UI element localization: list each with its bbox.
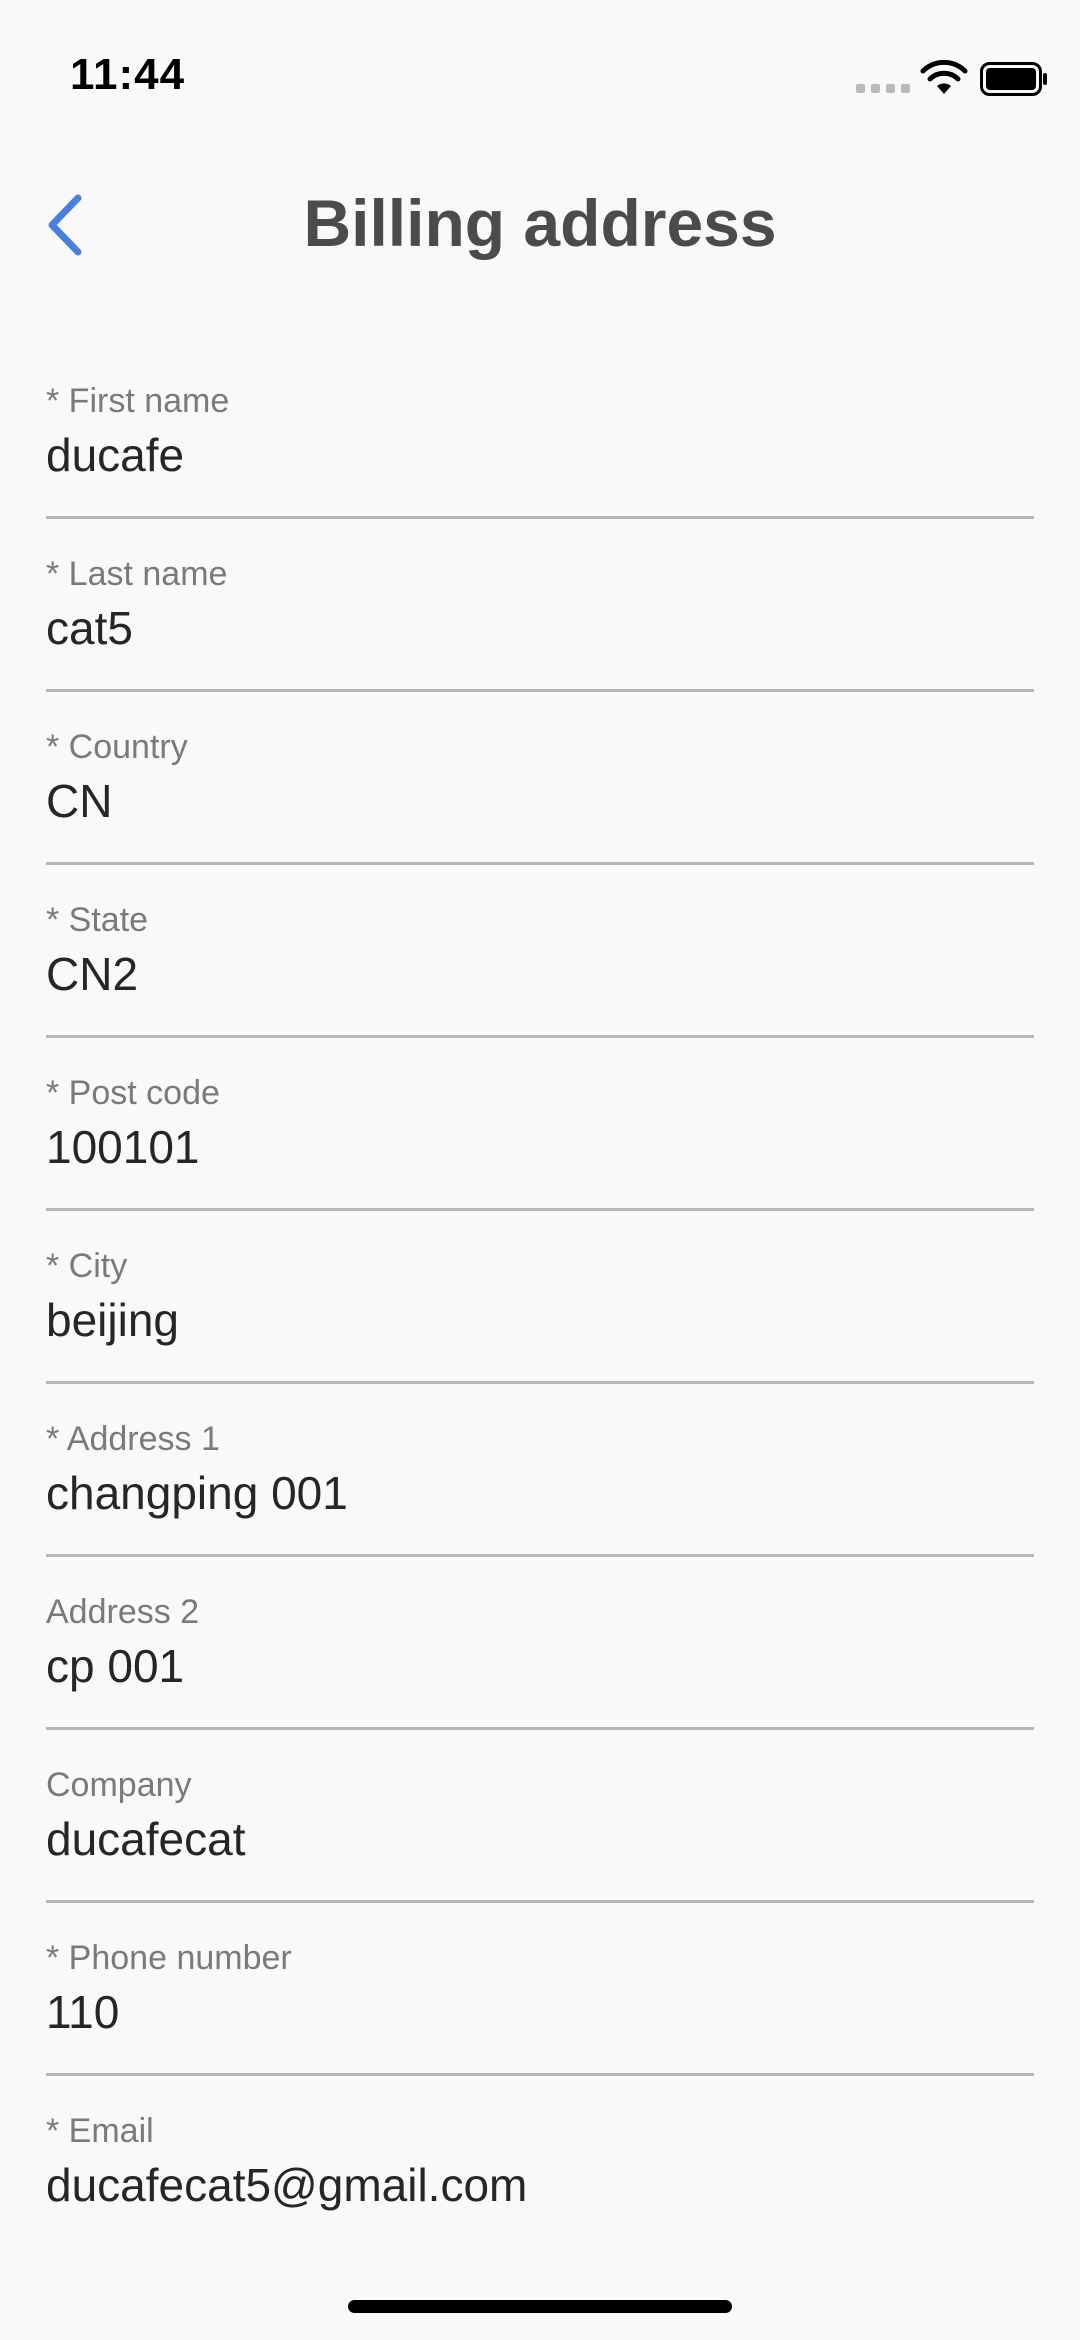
status-bar: 11:44	[0, 0, 1080, 150]
status-time: 11:44	[70, 50, 186, 99]
battery-icon	[980, 62, 1047, 96]
field-value[interactable]: cat5	[46, 601, 133, 655]
billing-address-screen: 11:44 Billing address * First name ducaf…	[0, 0, 1080, 2340]
post-code-field[interactable]: * Post code 100101	[46, 1038, 1034, 1211]
state-field[interactable]: * State CN2	[46, 865, 1034, 1038]
company-field[interactable]: Company ducafecat	[46, 1730, 1034, 1903]
field-label: * Last name	[46, 555, 228, 593]
field-label: * Address 1	[46, 1420, 220, 1458]
field-label: * Email	[46, 2112, 154, 2150]
field-value[interactable]: changping 001	[46, 1466, 348, 1520]
field-value[interactable]: ducafecat5@gmail.com	[46, 2158, 527, 2212]
phone-number-field[interactable]: * Phone number 110	[46, 1903, 1034, 2076]
field-value[interactable]: ducafe	[46, 428, 184, 482]
city-field[interactable]: * City beijing	[46, 1211, 1034, 1384]
last-name-field[interactable]: * Last name cat5	[46, 519, 1034, 692]
email-field[interactable]: * Email ducafecat5@gmail.com	[46, 2076, 1034, 2249]
field-value[interactable]: beijing	[46, 1293, 179, 1347]
billing-form: * First name ducafe * Last name cat5 * C…	[46, 346, 1034, 2249]
field-label: * State	[46, 901, 149, 939]
first-name-field[interactable]: * First name ducafe	[46, 346, 1034, 519]
field-value[interactable]: 100101	[46, 1120, 200, 1174]
app-header: Billing address	[0, 160, 1080, 290]
field-label: * City	[46, 1247, 128, 1285]
field-value[interactable]: 110	[46, 1985, 119, 2039]
field-value[interactable]: ducafecat	[46, 1812, 245, 1866]
home-indicator[interactable]	[348, 2300, 732, 2313]
field-label: * Post code	[46, 1074, 220, 1112]
signal-icon	[856, 84, 910, 93]
address-1-field[interactable]: * Address 1 changping 001	[46, 1384, 1034, 1557]
field-label: * Phone number	[46, 1939, 292, 1977]
page-title: Billing address	[303, 186, 777, 260]
field-value[interactable]: cp 001	[46, 1639, 184, 1693]
address-2-field[interactable]: Address 2 cp 001	[46, 1557, 1034, 1730]
country-field[interactable]: * Country CN	[46, 692, 1034, 865]
field-label: * Country	[46, 728, 188, 766]
field-label: Company	[46, 1766, 192, 1804]
field-label: * First name	[46, 382, 230, 420]
wifi-icon	[920, 60, 968, 94]
field-value[interactable]: CN2	[46, 947, 138, 1001]
field-value[interactable]: CN	[46, 774, 112, 828]
field-label: Address 2	[46, 1593, 200, 1631]
